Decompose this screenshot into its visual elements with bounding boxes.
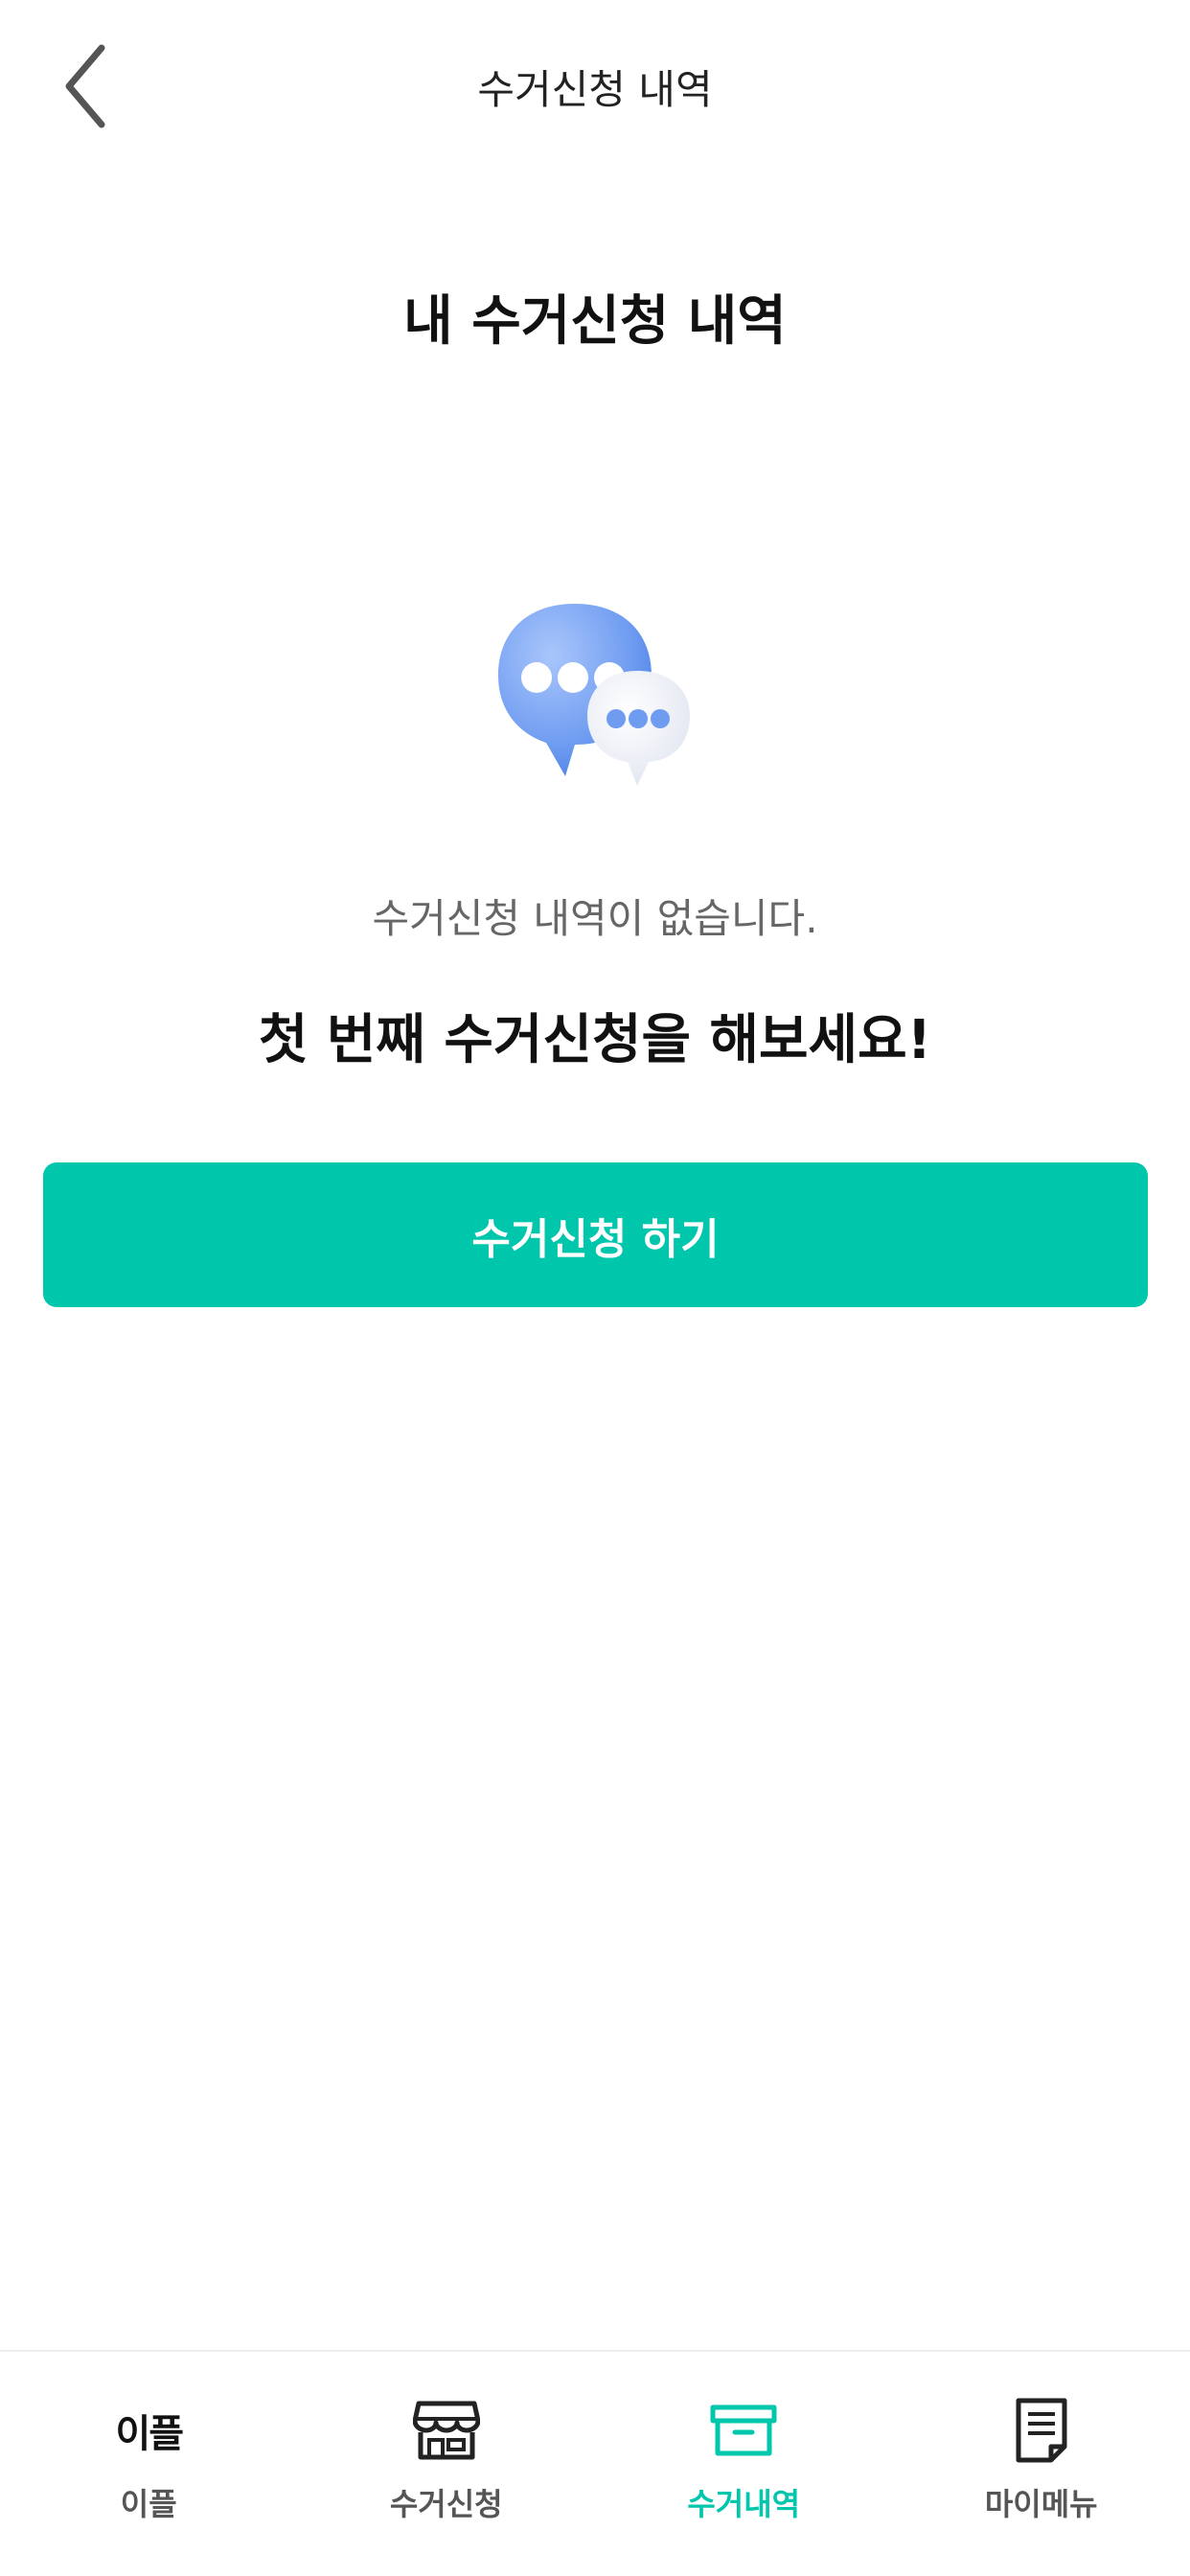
empty-message: 수거신청 내역이 없습니다. bbox=[372, 895, 818, 942]
page-title: 내 수거신청 내역 bbox=[403, 290, 787, 353]
document-icon bbox=[1003, 2392, 1080, 2469]
app-root: 수거신청 내역 내 수거신청 내역 수거신청 내역이 없습니다. 첫 번째 수거… bbox=[0, 0, 1190, 2576]
nav-label: 수거신청 bbox=[389, 2486, 503, 2522]
nav-item-my-menu[interactable]: 마이메뉴 bbox=[893, 2352, 1190, 2576]
nav-label: 수거내역 bbox=[687, 2486, 801, 2522]
cta-message: 첫 번째 수거신청을 해보세요! bbox=[258, 1009, 932, 1071]
header: 수거신청 내역 bbox=[0, 0, 1190, 172]
header-title: 수거신청 내역 bbox=[477, 66, 713, 113]
nav-item-pickup-request[interactable]: 수거신청 bbox=[298, 2352, 596, 2576]
nav-label: 마이메뉴 bbox=[984, 2486, 1098, 2522]
store-icon bbox=[408, 2392, 485, 2469]
nav-item-pickup-history[interactable]: 수거내역 bbox=[595, 2352, 893, 2576]
bottom-nav: 이플 이플 수거신청 수거내역 마이메뉴 bbox=[0, 2350, 1190, 2576]
nav-label: 이플 bbox=[120, 2486, 177, 2522]
eple-logo-icon: 이플 bbox=[115, 2412, 184, 2456]
archive-box-icon bbox=[705, 2392, 782, 2469]
nav-item-home[interactable]: 이플 이플 bbox=[0, 2352, 298, 2576]
request-pickup-button[interactable]: 수거신청 하기 bbox=[43, 1162, 1148, 1307]
chat-bubbles-icon bbox=[493, 599, 695, 791]
